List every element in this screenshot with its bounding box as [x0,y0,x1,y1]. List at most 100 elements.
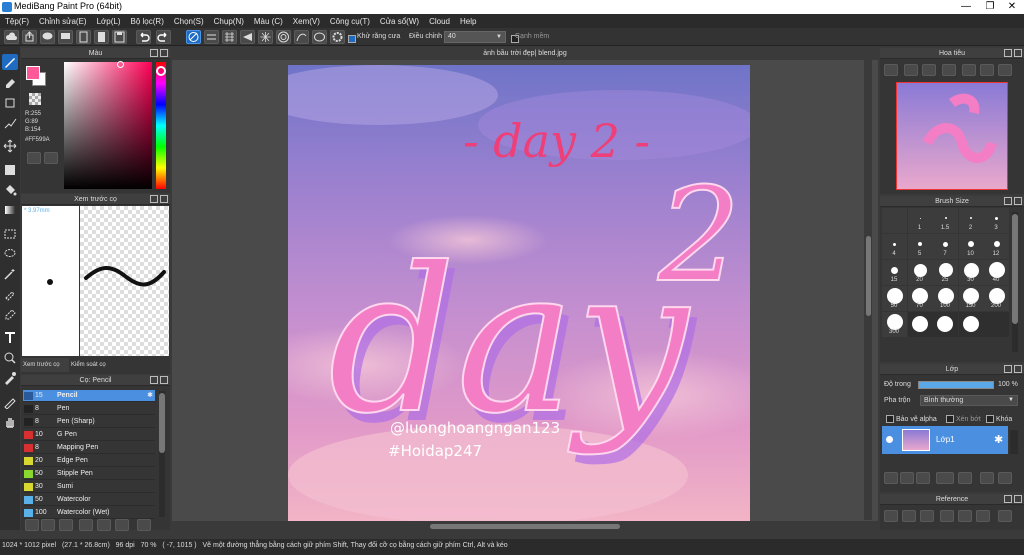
redo-icon[interactable] [156,30,171,44]
gear-icon[interactable]: ✱ [994,433,1003,446]
panel-close-icon[interactable] [1014,365,1022,373]
panel-undock-icon[interactable] [1004,197,1012,205]
bucket-tool-icon[interactable] [2,182,18,198]
menu-tools[interactable]: Công cụ(T) [325,17,375,26]
add-brush-icon[interactable] [25,519,39,531]
tab-brush-preview[interactable]: Xem trước cọ [21,358,69,372]
transparent-color-swatch[interactable] [29,93,41,105]
rotate-right-icon[interactable] [998,64,1012,76]
grid-ruler-icon[interactable] [222,30,237,44]
dot-tool-icon[interactable] [2,95,18,111]
list-item[interactable]: 30 Sumi [23,481,155,493]
duplicate-layer-icon[interactable] [980,472,994,484]
rotate-left-icon[interactable] [962,64,976,76]
list-item[interactable]: 10 G Pen [23,429,155,441]
pen-tool-icon[interactable] [2,394,18,410]
clipping-option[interactable]: Xén bớt [946,415,981,423]
frame-divide-icon[interactable] [2,350,18,366]
text-tool-icon[interactable] [2,330,18,346]
brush-size-cell[interactable]: 3 [984,208,1009,233]
menu-edit[interactable]: Chỉnh sửa(E) [34,17,92,26]
artwork[interactable]: - day 2 - day day 2 @luonghoangngan123 #… [288,65,750,521]
brush-size-cell[interactable]: 4 [882,234,907,259]
navigator-thumbnail[interactable] [896,82,1008,190]
reset-rotation-icon[interactable] [980,64,994,76]
maximize-button[interactable]: ❐ [978,0,1002,14]
list-item[interactable]: 20 Edge Pen [23,455,155,467]
brush-size-cell[interactable] [907,312,933,337]
antialias-checkbox[interactable] [348,33,356,43]
panel-close-icon[interactable] [1014,49,1022,57]
chat-icon[interactable] [58,30,73,44]
brush-size-cell[interactable]: 200 [984,286,1009,311]
page-icon[interactable] [76,30,91,44]
horizontal-scroll-thumb[interactable] [430,524,620,529]
cloud-icon[interactable] [4,30,19,44]
menu-view[interactable]: Xem(V) [288,17,325,26]
vertical-scroll-thumb[interactable] [866,236,871,316]
brush-size-cell[interactable]: 7 [933,234,958,259]
document-icon[interactable] [94,30,109,44]
hand-tool-icon[interactable] [2,414,18,430]
list-item[interactable]: 8 Mapping Pen [23,442,155,454]
add-halftone-layer-icon[interactable] [900,472,914,484]
layer-scrollbar[interactable] [1010,430,1018,454]
menu-filter[interactable]: Bộ lọc(R) [126,17,169,26]
foreground-color-swatch[interactable] [26,66,40,80]
panel-close-icon[interactable] [160,376,168,384]
copy-brush-icon[interactable] [79,519,93,531]
panel-close-icon[interactable] [1014,197,1022,205]
merge-layer-icon[interactable] [998,472,1012,484]
tab-brush-control[interactable]: Kiểm soát cọ [69,358,119,372]
brush-size-cell[interactable]: 40 [984,260,1009,285]
zoom-in-icon[interactable] [904,64,918,76]
list-item[interactable]: 50 Watercolor [23,494,155,506]
brush-size-cell[interactable]: 50 [882,286,907,311]
eyedropper-tool-icon[interactable] [2,370,18,386]
parallel-ruler-icon[interactable] [204,30,219,44]
menu-layer[interactable]: Lớp(L) [92,17,126,26]
brush-menu-icon[interactable] [59,519,73,531]
menu-snap[interactable]: Chụp(N) [209,17,249,26]
document-tab[interactable]: ảnh bầu trời đẹp| blend.jpg [172,48,878,60]
brush-size-cell[interactable]: 150 [958,286,984,311]
menu-color[interactable]: Màu (C) [249,17,288,26]
brush-size-cell[interactable] [933,312,958,337]
eye-icon[interactable] [886,436,893,443]
menu-window[interactable]: Cửa sổ(W) [375,17,424,26]
close-button[interactable]: ✕ [1000,0,1024,14]
correction-dropdown[interactable]: 40 ▼ [444,31,506,43]
brush-size-cell[interactable] [984,312,1009,337]
fit-icon[interactable] [958,510,972,522]
undo-icon[interactable] [136,30,151,44]
brush-size-cell[interactable]: 25 [933,260,958,285]
select-pen-tool-icon[interactable] [2,286,18,302]
lasso-tool-icon[interactable] [2,246,18,262]
eyedropper-icon[interactable] [998,510,1012,522]
curve-ruler-icon[interactable] [294,30,309,44]
add-layer-icon[interactable] [884,472,898,484]
eraser-tool-icon[interactable] [2,75,18,91]
panel-undock-icon[interactable] [1004,365,1012,373]
concentric-icon[interactable] [276,30,291,44]
share-icon[interactable] [22,30,37,44]
menu-help[interactable]: Help [455,17,481,26]
select-pen-icon[interactable] [2,115,18,131]
list-item[interactable]: 8 Pen (Sharp) [23,416,155,428]
brush-size-cell[interactable]: 300 [882,312,907,337]
delete-icon[interactable] [137,519,151,531]
panel-undock-icon[interactable] [1004,49,1012,57]
menu-file[interactable]: Tệp(F) [0,17,34,26]
comment-icon[interactable] [40,30,55,44]
save-icon[interactable] [112,30,127,44]
lock-option[interactable]: Khóa [986,415,1012,423]
layer-folder-icon[interactable] [958,472,972,484]
panel-undock-icon[interactable] [150,195,158,203]
panel-close-icon[interactable] [160,49,168,57]
cloud-icon[interactable] [884,510,898,522]
radial-icon[interactable] [258,30,273,44]
move-tool-icon[interactable] [2,138,18,154]
brush-size-cell[interactable]: 1 [907,208,933,233]
gradient-tool-icon[interactable] [2,202,18,218]
list-item[interactable]: 50 Stipple Pen [23,468,155,480]
